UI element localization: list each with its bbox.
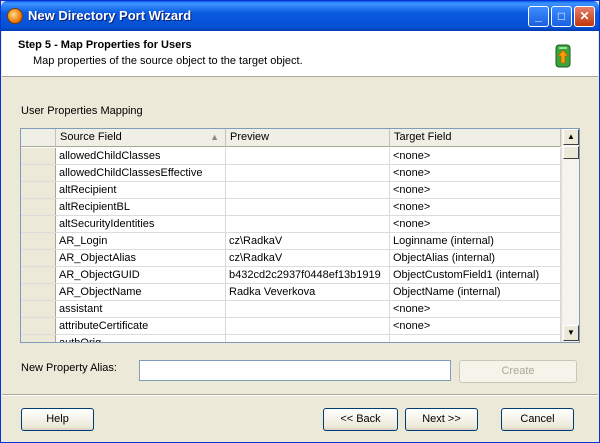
- preview-cell: [226, 216, 390, 232]
- app-icon: [7, 8, 23, 24]
- table-row[interactable]: altSecurityIdentities <none>: [21, 216, 561, 233]
- footer-separator: [2, 394, 598, 396]
- minimize-button[interactable]: _: [528, 6, 549, 27]
- column-header-target[interactable]: Target Field: [390, 129, 561, 147]
- column-header-label: Source Field: [60, 131, 122, 143]
- row-header[interactable]: [21, 182, 56, 198]
- preview-cell: [226, 301, 390, 317]
- arrow-up-icon: ▲: [567, 132, 575, 141]
- row-header[interactable]: [21, 267, 56, 283]
- target-field-cell[interactable]: ObjectAlias (internal): [390, 250, 561, 266]
- target-field-cell[interactable]: [390, 335, 561, 342]
- vertical-scrollbar[interactable]: ▲ ▼: [561, 129, 579, 342]
- target-field-cell[interactable]: <none>: [390, 199, 561, 215]
- section-label: User Properties Mapping: [21, 105, 143, 117]
- arrow-down-icon: ▼: [567, 328, 575, 337]
- step-description: Map properties of the source object to t…: [33, 55, 303, 67]
- source-field-cell[interactable]: AR_ObjectGUID: [56, 267, 226, 283]
- grid-corner-header: [21, 129, 56, 147]
- preview-cell: [226, 199, 390, 215]
- table-row[interactable]: assistant <none>: [21, 301, 561, 318]
- help-button[interactable]: Help: [21, 408, 94, 431]
- row-header[interactable]: [21, 216, 56, 232]
- column-header-preview[interactable]: Preview: [226, 129, 390, 147]
- preview-cell: Radka Veverkova: [226, 284, 390, 300]
- close-button[interactable]: ✕: [574, 6, 595, 27]
- table-row[interactable]: AR_Login cz\RadkaV Loginname (internal): [21, 233, 561, 250]
- column-header-label: Preview: [230, 131, 270, 143]
- preview-cell: [226, 148, 390, 164]
- target-field-cell[interactable]: Loginname (internal): [390, 233, 561, 249]
- scroll-thumb[interactable]: [563, 146, 579, 159]
- source-field-cell[interactable]: AR_ObjectName: [56, 284, 226, 300]
- source-field-cell[interactable]: assistant: [56, 301, 226, 317]
- maximize-button[interactable]: □: [551, 6, 572, 27]
- create-button[interactable]: Create: [459, 360, 577, 383]
- properties-grid[interactable]: Source Field ▲ Preview Target Field allo…: [20, 128, 580, 343]
- table-row[interactable]: allowedChildClasses <none>: [21, 148, 561, 165]
- target-field-cell[interactable]: <none>: [390, 216, 561, 232]
- target-field-cell[interactable]: ObjectCustomField1 (internal): [390, 267, 561, 283]
- target-field-cell[interactable]: <none>: [390, 318, 561, 334]
- table-row[interactable]: altRecipientBL <none>: [21, 199, 561, 216]
- table-row[interactable]: attributeCertificate <none>: [21, 318, 561, 335]
- scroll-down-button[interactable]: ▼: [563, 325, 579, 341]
- preview-cell: b432cd2c2937f0448ef13b1919: [226, 267, 390, 283]
- preview-cell: [226, 335, 390, 342]
- alias-label: New Property Alias:: [21, 362, 117, 374]
- source-field-cell[interactable]: authOrig: [56, 335, 226, 342]
- source-field-cell[interactable]: altSecurityIdentities: [56, 216, 226, 232]
- table-row[interactable]: AR_ObjectGUID b432cd2c2937f0448ef13b1919…: [21, 267, 561, 284]
- source-field-cell[interactable]: allowedChildClassesEffective: [56, 165, 226, 181]
- row-header[interactable]: [21, 233, 56, 249]
- row-header[interactable]: [21, 148, 56, 164]
- preview-cell: [226, 182, 390, 198]
- table-row[interactable]: altRecipient <none>: [21, 182, 561, 199]
- row-header[interactable]: [21, 335, 56, 342]
- wizard-window: New Directory Port Wizard _ □ ✕ Step 5 -…: [0, 0, 600, 443]
- column-header-label: Target Field: [394, 131, 452, 143]
- table-row[interactable]: allowedChildClassesEffective <none>: [21, 165, 561, 182]
- source-field-cell[interactable]: AR_Login: [56, 233, 226, 249]
- target-field-cell[interactable]: ObjectName (internal): [390, 284, 561, 300]
- table-row[interactable]: AR_ObjectAlias cz\RadkaV ObjectAlias (in…: [21, 250, 561, 267]
- property-alias-input[interactable]: [139, 360, 451, 381]
- title-bar[interactable]: New Directory Port Wizard _ □ ✕: [1, 1, 599, 31]
- row-header[interactable]: [21, 165, 56, 181]
- target-field-cell[interactable]: <none>: [390, 301, 561, 317]
- column-header-source[interactable]: Source Field ▲: [56, 129, 226, 147]
- preview-cell: cz\RadkaV: [226, 250, 390, 266]
- source-field-cell[interactable]: attributeCertificate: [56, 318, 226, 334]
- table-row[interactable]: AR_ObjectName Radka Veverkova ObjectName…: [21, 284, 561, 301]
- target-field-cell[interactable]: <none>: [390, 165, 561, 181]
- directory-sync-icon: [555, 44, 571, 68]
- row-header[interactable]: [21, 318, 56, 334]
- source-field-cell[interactable]: altRecipient: [56, 182, 226, 198]
- table-row[interactable]: authOrig: [21, 335, 561, 342]
- source-field-cell[interactable]: allowedChildClasses: [56, 148, 226, 164]
- cancel-button[interactable]: Cancel: [501, 408, 574, 431]
- row-header[interactable]: [21, 284, 56, 300]
- preview-cell: [226, 318, 390, 334]
- source-field-cell[interactable]: altRecipientBL: [56, 199, 226, 215]
- step-header: Step 5 - Map Properties for Users Map pr…: [2, 31, 598, 77]
- sort-ascending-icon: ▲: [210, 132, 219, 142]
- preview-cell: cz\RadkaV: [226, 233, 390, 249]
- row-header[interactable]: [21, 301, 56, 317]
- source-field-cell[interactable]: AR_ObjectAlias: [56, 250, 226, 266]
- preview-cell: [226, 165, 390, 181]
- target-field-cell[interactable]: <none>: [390, 148, 561, 164]
- back-button[interactable]: << Back: [323, 408, 398, 431]
- target-field-cell[interactable]: <none>: [390, 182, 561, 198]
- row-header[interactable]: [21, 199, 56, 215]
- row-header[interactable]: [21, 250, 56, 266]
- scroll-up-button[interactable]: ▲: [563, 129, 579, 145]
- window-title: New Directory Port Wizard: [28, 8, 192, 23]
- next-button[interactable]: Next >>: [405, 408, 478, 431]
- step-title: Step 5 - Map Properties for Users: [18, 39, 192, 51]
